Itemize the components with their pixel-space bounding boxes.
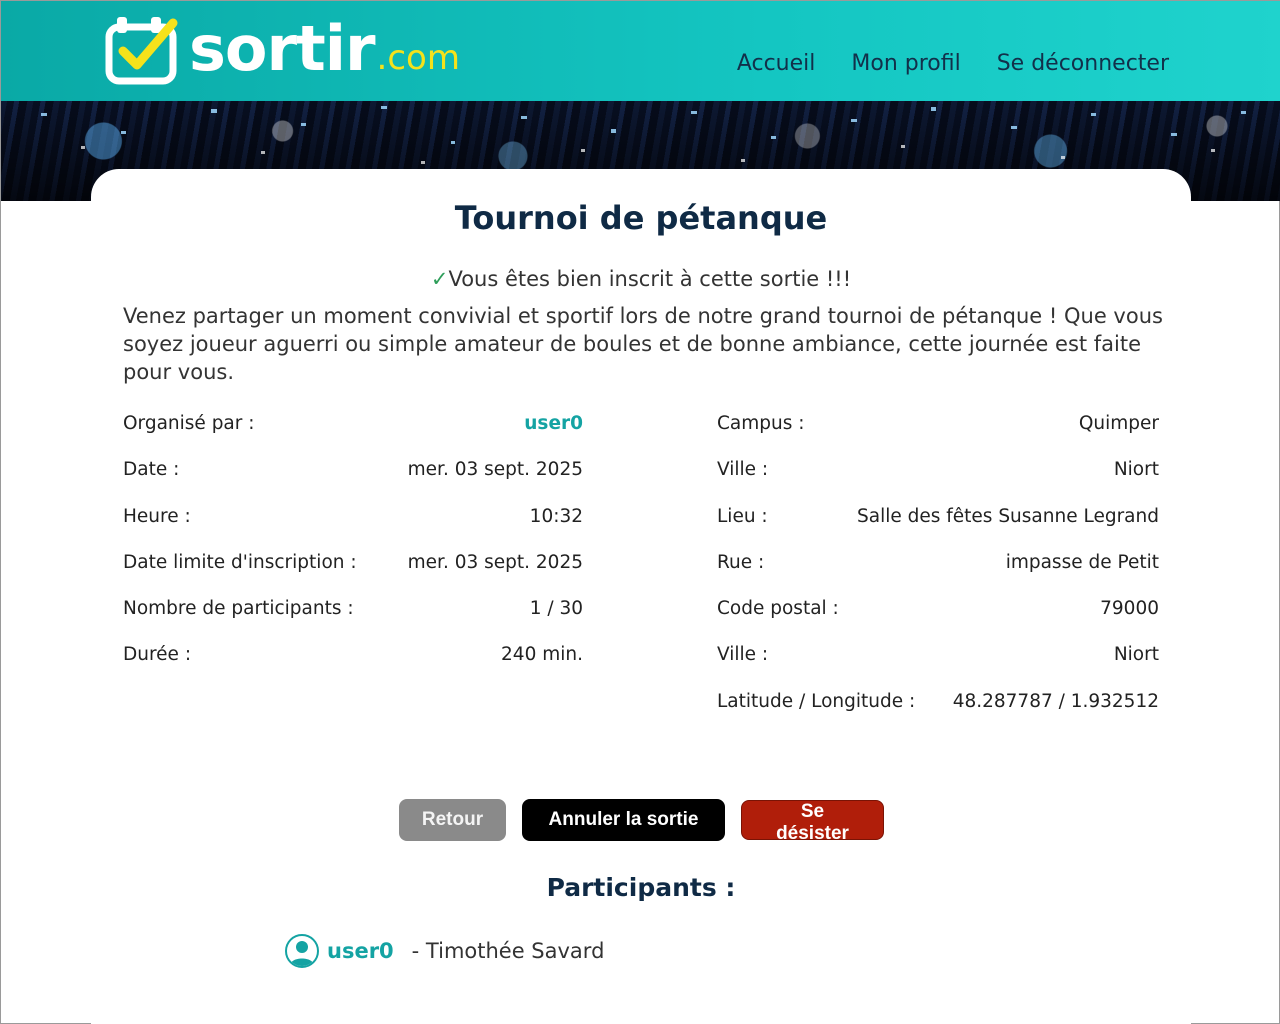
- detail-value: 10:32: [529, 505, 583, 527]
- organisateur-link[interactable]: user0: [524, 413, 583, 434]
- calendar-check-icon: [103, 13, 181, 85]
- logo-main-text: sortir: [189, 12, 376, 85]
- detail-value: mer. 03 sept. 2025: [407, 459, 583, 481]
- detail-label: Lieu :: [717, 505, 768, 527]
- detail-label: Nombre de participants :: [123, 598, 354, 620]
- detail-row-code-postal: Code postal : 79000: [717, 598, 1159, 644]
- details-left-column: Organisé par : user0 Date : mer. 03 sept…: [123, 413, 583, 691]
- page-title: Tournoi de pétanque: [454, 199, 828, 237]
- detail-row-date: Date : mer. 03 sept. 2025: [123, 459, 583, 505]
- detail-label: Ville :: [717, 644, 769, 666]
- user-avatar-icon: [285, 934, 319, 968]
- detail-row-participants: Nombre de participants : 1 / 30: [123, 598, 583, 644]
- detail-row-heure: Heure : 10:32: [123, 506, 583, 552]
- detail-row-duree: Durée : 240 min.: [123, 644, 583, 690]
- logo-suffix-text: .com: [376, 38, 460, 78]
- detail-label: Code postal :: [717, 598, 839, 620]
- participant-item: user0 - Timothée Savard: [285, 934, 604, 968]
- detail-value: 48.287787 / 1.932512: [952, 690, 1159, 712]
- detail-value: 240 min.: [501, 644, 583, 666]
- detail-label: Latitude / Longitude :: [717, 690, 916, 712]
- detail-label: Date limite d'inscription :: [123, 551, 357, 573]
- detail-row-date-limite: Date limite d'inscription : mer. 03 sept…: [123, 552, 583, 598]
- inscription-status: ✓Vous êtes bien inscrit à cette sortie !…: [91, 267, 1191, 291]
- annuler-sortie-button[interactable]: Annuler la sortie: [522, 799, 725, 841]
- detail-value: 1 / 30: [529, 598, 583, 620]
- participant-fullname: - Timothée Savard: [411, 939, 605, 963]
- nav-se-deconnecter[interactable]: Se déconnecter: [997, 51, 1169, 76]
- detail-value: Quimper: [1078, 413, 1159, 434]
- detail-value: 79000: [1100, 598, 1159, 620]
- site-logo[interactable]: sortir .com: [103, 9, 460, 89]
- site-header: sortir .com Accueil Mon profil Se déconn…: [1, 1, 1280, 101]
- nav-accueil[interactable]: Accueil: [737, 51, 816, 76]
- detail-row-rue: Rue : impasse de Petit: [717, 552, 1159, 598]
- detail-row-campus: Campus : Quimper: [717, 413, 1159, 459]
- detail-label: Ville :: [717, 459, 769, 481]
- detail-row-lieu: Lieu : Salle des fêtes Susanne Legrand: [717, 506, 1159, 552]
- detail-value: Niort: [1113, 459, 1159, 481]
- detail-row-lat-long: Latitude / Longitude : 48.287787 / 1.932…: [717, 691, 1159, 737]
- detail-label: Heure :: [123, 505, 191, 527]
- detail-row-ville: Ville : Niort: [717, 459, 1159, 505]
- sortie-description: Venez partager un moment convivial et sp…: [123, 304, 1163, 384]
- check-icon: ✓: [430, 267, 449, 291]
- detail-label: Durée :: [123, 644, 192, 666]
- detail-row-organisateur: Organisé par : user0: [123, 413, 583, 459]
- detail-label: Rue :: [717, 551, 765, 573]
- action-buttons: Retour Annuler la sortie Se désister: [399, 799, 884, 844]
- se-desister-button[interactable]: Se désister: [741, 800, 884, 844]
- participants-heading: Participants :: [546, 873, 736, 902]
- participant-username-link[interactable]: user0: [327, 939, 394, 963]
- detail-value: mer. 03 sept. 2025: [407, 551, 583, 573]
- detail-label: Date :: [123, 459, 180, 481]
- detail-value: impasse de Petit: [1005, 551, 1159, 573]
- details-right-column: Campus : Quimper Ville : Niort Lieu : Sa…: [717, 413, 1159, 737]
- detail-label: Campus :: [717, 413, 805, 434]
- nav-mon-profil[interactable]: Mon profil: [851, 51, 960, 76]
- detail-label: Organisé par :: [123, 413, 255, 434]
- detail-row-ville-2: Ville : Niort: [717, 644, 1159, 690]
- sortie-detail-card: Tournoi de pétanque ✓Vous êtes bien insc…: [91, 169, 1191, 1024]
- detail-value: Salle des fêtes Susanne Legrand: [857, 505, 1159, 527]
- main-nav: Accueil Mon profil Se déconnecter: [737, 51, 1169, 76]
- inscription-message: Vous êtes bien inscrit à cette sortie !!…: [448, 267, 852, 291]
- detail-value: Niort: [1113, 644, 1159, 666]
- retour-button[interactable]: Retour: [399, 799, 506, 841]
